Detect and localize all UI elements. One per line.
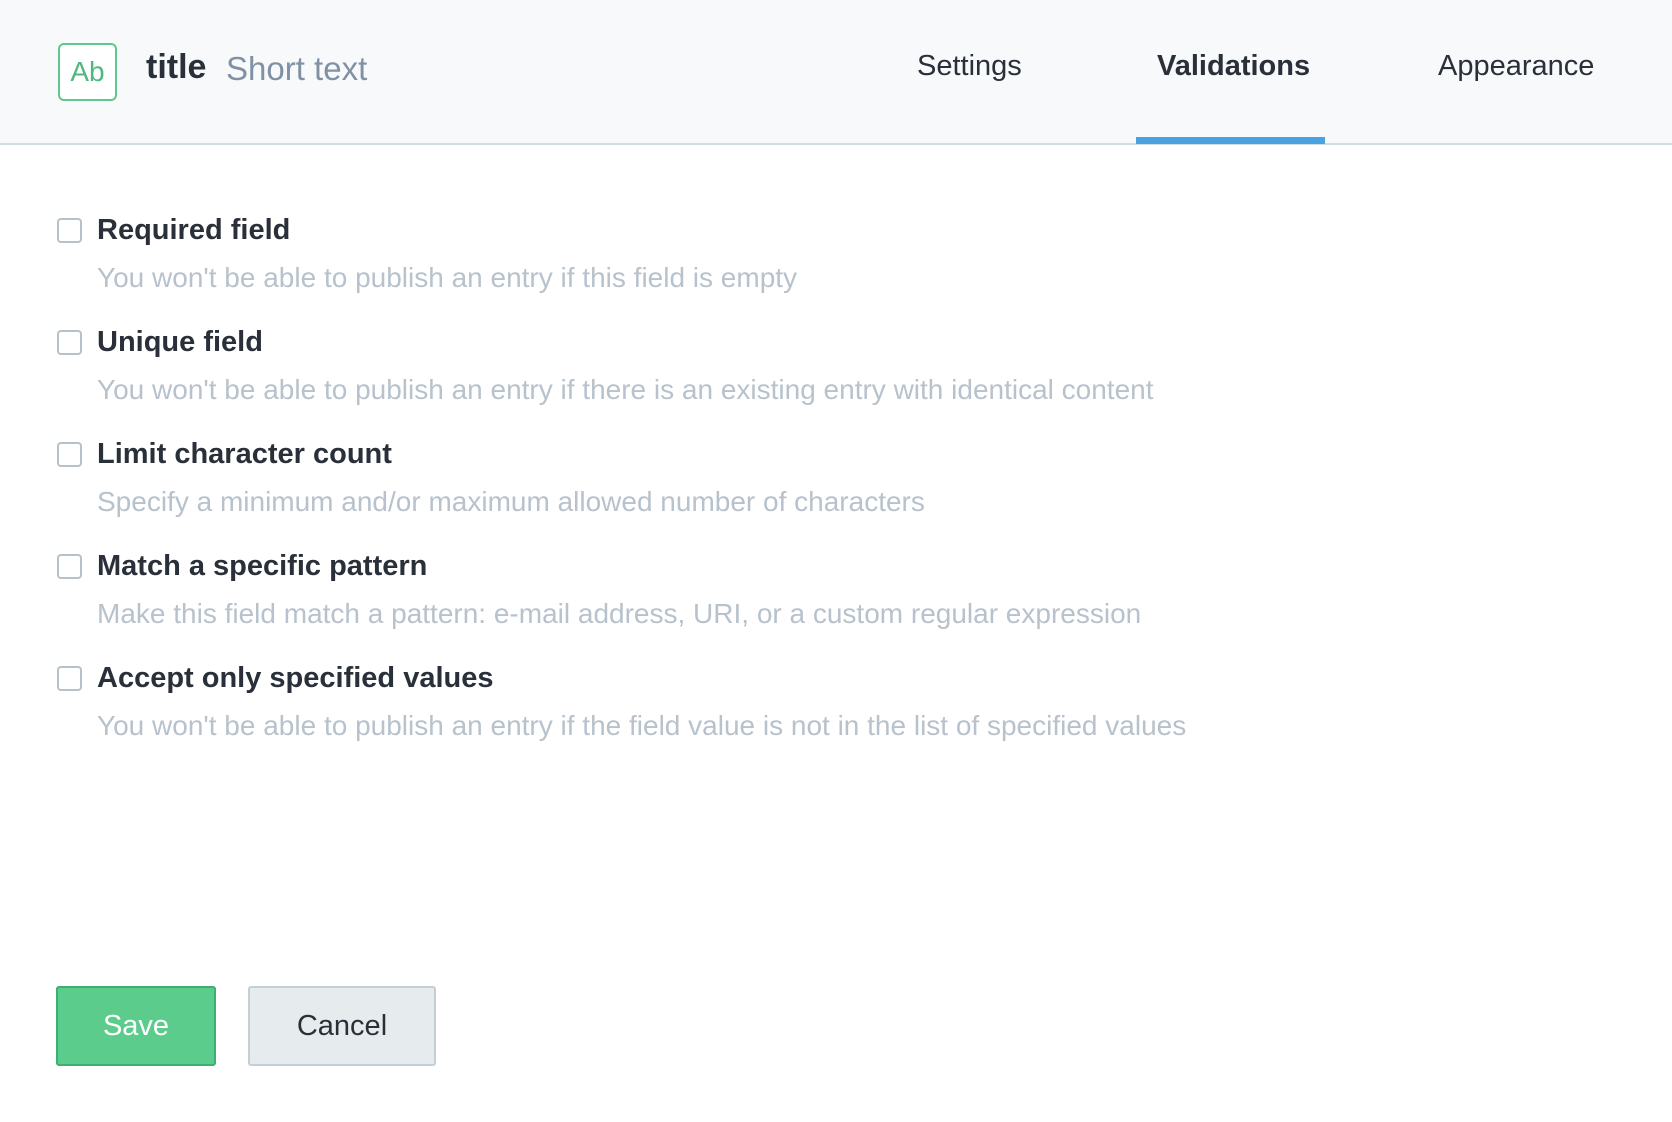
limit-character-count-checkbox[interactable] <box>57 442 82 467</box>
validation-label[interactable]: Accept only specified values <box>97 662 493 695</box>
save-button[interactable]: Save <box>56 986 216 1066</box>
active-tab-indicator <box>1136 137 1325 144</box>
tab-validations[interactable]: Validations <box>1157 50 1310 83</box>
validation-description: You won't be able to publish an entry if… <box>97 262 798 293</box>
short-text-icon: Ab <box>58 43 117 101</box>
validation-label[interactable]: Unique field <box>97 326 263 359</box>
field-editor-header: Ab title Short text Settings Validations… <box>0 0 1672 145</box>
validation-description: You won't be able to publish an entry if… <box>97 374 1154 405</box>
validation-label[interactable]: Limit character count <box>97 438 392 471</box>
specified-values-checkbox[interactable] <box>57 666 82 691</box>
match-pattern-checkbox[interactable] <box>57 554 82 579</box>
validation-description: Specify a minimum and/or maximum allowed… <box>97 486 925 517</box>
validation-label[interactable]: Match a specific pattern <box>97 550 427 583</box>
field-type: Short text <box>226 50 368 87</box>
unique-field-checkbox[interactable] <box>57 330 82 355</box>
required-field-checkbox[interactable] <box>57 218 82 243</box>
validation-label[interactable]: Required field <box>97 214 290 247</box>
cancel-button[interactable]: Cancel <box>248 986 436 1066</box>
validation-description: You won't be able to publish an entry if… <box>97 710 1187 741</box>
field-name: title <box>146 48 207 86</box>
tab-settings[interactable]: Settings <box>917 50 1022 83</box>
validation-description: Make this field match a pattern: e-mail … <box>97 598 1142 629</box>
tab-appearance[interactable]: Appearance <box>1438 50 1594 83</box>
